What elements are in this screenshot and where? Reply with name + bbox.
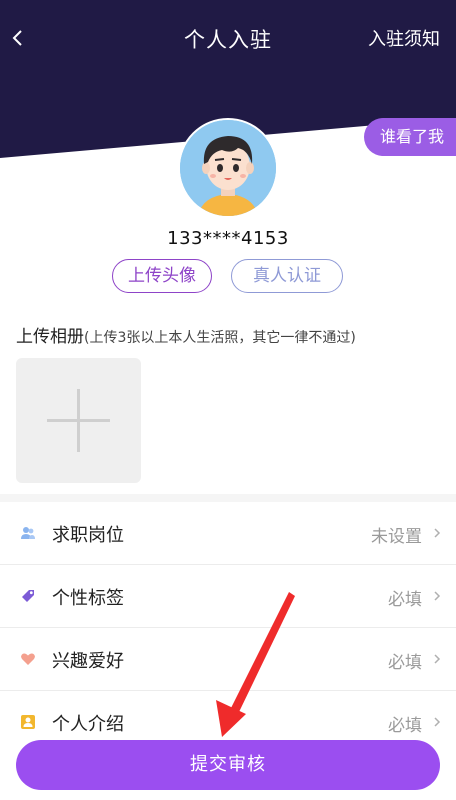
chevron-right-icon	[434, 591, 441, 601]
album-heading: 上传相册(上传3张以上本人生活照，其它一律不通过)	[16, 322, 356, 347]
row-label: 个性标签	[52, 588, 124, 609]
profile-card-icon	[21, 715, 35, 729]
row-label: 兴趣爱好	[52, 651, 124, 672]
add-photo-button[interactable]	[16, 358, 141, 483]
row-job-position[interactable]: 求职岗位 未设置	[0, 502, 456, 565]
chevron-right-icon	[434, 528, 441, 538]
heart-icon	[21, 653, 35, 665]
avatar[interactable]	[178, 118, 278, 218]
row-label: 求职岗位	[52, 525, 124, 546]
phone-number: 133****4153	[167, 228, 289, 249]
row-hobbies[interactable]: 兴趣爱好 必填	[0, 628, 456, 691]
row-personal-tags[interactable]: 个性标签 必填	[0, 565, 456, 628]
real-person-verify-button[interactable]: 真人认证	[231, 259, 343, 293]
tag-icon	[22, 590, 34, 602]
people-icon	[21, 527, 35, 539]
row-value: 必填	[388, 590, 422, 610]
submit-review-button[interactable]: 提交审核	[16, 740, 440, 790]
cartoon-avatar-icon	[180, 120, 276, 216]
row-value: 必填	[388, 716, 422, 736]
row-value: 必填	[388, 653, 422, 673]
chevron-right-icon	[434, 717, 441, 727]
section-divider	[0, 494, 456, 502]
row-label: 个人介绍	[52, 714, 124, 735]
who-viewed-me-button[interactable]: 谁看了我	[364, 118, 456, 156]
join-notice-link[interactable]: 入驻须知	[368, 25, 440, 51]
album-hint: (上传3张以上本人生活照，其它一律不通过)	[84, 330, 356, 346]
row-value: 未设置	[371, 527, 422, 547]
nav-bar: 个人入驻 入驻须知	[0, 18, 456, 62]
album-title: 上传相册	[16, 327, 84, 347]
chevron-right-icon	[434, 654, 441, 664]
upload-avatar-button[interactable]: 上传头像	[112, 259, 212, 293]
